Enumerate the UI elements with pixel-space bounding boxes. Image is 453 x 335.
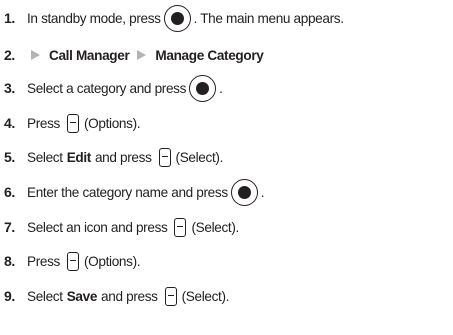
step-text-part: . — [219, 80, 223, 96]
step-number: 9. — [4, 288, 15, 304]
step-8: 8. Press (Options). — [4, 246, 141, 276]
step-text-part: and press — [94, 149, 152, 165]
step-text: Press (Options). — [27, 251, 141, 271]
step-text: Press (Options). — [27, 113, 141, 133]
step-text-part: Press — [27, 115, 60, 131]
step-text: Enter the category name and press . — [27, 178, 265, 206]
step-2: 2. Call Manager Manage Category — [4, 40, 264, 70]
step-text: Select Save and press (Select). — [27, 286, 230, 306]
option-save: Save — [66, 288, 98, 304]
soft-key-icon — [67, 251, 79, 271]
step-text-part: Select — [27, 149, 63, 165]
step-text-part: and press — [101, 288, 158, 304]
soft-key-icon — [164, 286, 177, 306]
center-key-icon — [163, 4, 191, 32]
step-5: 5. Select Edit and press (Select). — [4, 142, 223, 172]
step-text-part: (Select). — [175, 149, 224, 165]
step-text-part: (Options). — [84, 253, 141, 269]
step-text: Select an icon and press (Select). — [27, 217, 239, 237]
step-number: 3. — [4, 80, 15, 96]
menu-arrow-icon — [31, 50, 40, 60]
step-4: 4. Press (Options). — [4, 108, 141, 138]
soft-key-icon — [67, 113, 79, 133]
step-text-part: Select an icon and press — [27, 219, 168, 235]
step-1: 1. In standby mode, press . The main men… — [4, 3, 344, 33]
step-number: 8. — [4, 253, 15, 269]
step-text-part: Select a category and press — [27, 80, 187, 96]
soft-key-icon — [174, 217, 187, 237]
step-text: In standby mode, press . The main menu a… — [27, 4, 344, 32]
instruction-page: 1. In standby mode, press . The main men… — [0, 0, 453, 335]
soft-key-icon — [158, 147, 171, 167]
step-3: 3. Select a category and press . — [4, 73, 223, 103]
step-9: 9. Select Save and press (Select). — [4, 281, 229, 311]
step-text-part: Select — [27, 288, 63, 304]
option-edit: Edit — [66, 149, 92, 165]
step-text-part: In standby mode, press — [27, 10, 161, 26]
step-text: Select a category and press . — [27, 74, 223, 102]
center-key-icon — [230, 178, 258, 206]
center-key-icon — [189, 74, 217, 102]
step-text-part: Enter the category name and press — [27, 184, 228, 200]
step-number: 7. — [4, 219, 15, 235]
step-text-part: (Select). — [181, 288, 230, 304]
menu-arrow-icon — [137, 50, 147, 60]
step-text-part: . — [260, 184, 265, 200]
menu-item-call-manager: Call Manager — [49, 47, 130, 63]
step-number: 4. — [4, 115, 15, 131]
step-7: 7. Select an icon and press (Select). — [4, 212, 239, 242]
step-text-part: (Options). — [84, 115, 141, 131]
step-text-part: (Select). — [191, 219, 239, 235]
step-text-part: Press — [27, 253, 60, 269]
step-6: 6. Enter the category name and press . — [4, 177, 265, 207]
step-number: 1. — [4, 10, 15, 26]
step-text: Select Edit and press (Select). — [27, 147, 224, 167]
step-number: 5. — [4, 149, 15, 165]
step-number: 6. — [4, 184, 15, 200]
step-text-part: . The main menu appears. — [193, 10, 344, 26]
menu-path: Call Manager Manage Category — [27, 47, 264, 63]
menu-item-manage-category: Manage Category — [155, 47, 264, 63]
step-number: 2. — [4, 47, 15, 63]
